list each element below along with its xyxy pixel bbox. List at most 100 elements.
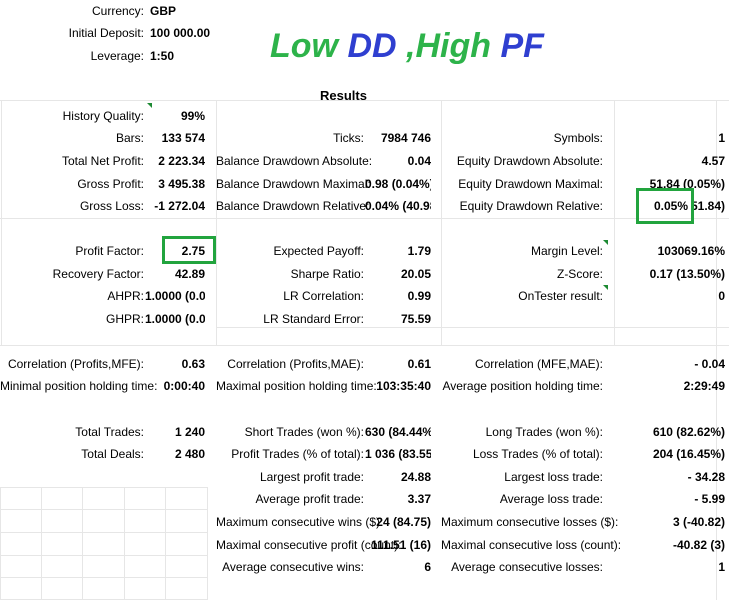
profit-trades-label: Profit Trades (% of total): bbox=[231, 447, 364, 461]
headline-part: PF bbox=[500, 27, 544, 65]
recovery-factor-value: 42.89 bbox=[174, 267, 205, 281]
leverage-value: 1:50 bbox=[150, 49, 175, 63]
balance-dd-relative-value: 0.04% (40.98) bbox=[365, 199, 431, 213]
max-consec-wins-label: Maximum consecutive wins ($): bbox=[216, 515, 384, 529]
maximal-consec-profit-value: 111.51 (16) bbox=[370, 538, 431, 552]
min-holding-time-value: 0:00:40 bbox=[163, 379, 205, 393]
lr-correlation-value: 0.99 bbox=[407, 289, 431, 303]
empty-grid bbox=[0, 487, 208, 600]
loss-trades-label: Loss Trades (% of total): bbox=[472, 447, 603, 461]
grid-line bbox=[0, 345, 729, 346]
short-trades-label: Short Trades (won %): bbox=[244, 425, 364, 439]
lr-standard-error-value: 75.59 bbox=[400, 312, 431, 326]
ticks-label: Ticks: bbox=[333, 131, 364, 145]
gross-loss-value: -1 272.04 bbox=[154, 199, 205, 213]
maximal-consec-profit-label: Maximal consecutive profit (count): bbox=[216, 538, 402, 552]
avg-consec-wins-label: Average consecutive wins: bbox=[222, 560, 364, 574]
expected-payoff-value: 1.79 bbox=[407, 244, 431, 258]
history-quality-label: History Quality: bbox=[62, 109, 144, 123]
gross-profit-value: 3 495.38 bbox=[158, 177, 205, 191]
headline: Low DD ,High PF bbox=[270, 24, 544, 68]
avg-profit-trade-value: 3.37 bbox=[407, 492, 431, 506]
ahpr-label: AHPR: bbox=[107, 289, 144, 303]
lr-correlation-label: LR Correlation: bbox=[283, 289, 364, 303]
ghpr-value: 1.0000 (0.00%) bbox=[145, 312, 205, 326]
note-indicator-icon bbox=[147, 103, 152, 108]
symbols-value: 1 bbox=[718, 131, 725, 145]
sharpe-ratio-value: 20.05 bbox=[400, 267, 431, 281]
grid-line bbox=[614, 100, 615, 345]
maximal-consec-loss-label: Maximal consecutive loss (count): bbox=[441, 538, 622, 552]
note-indicator-icon bbox=[603, 240, 608, 245]
avg-holding-time-value: 2:29:49 bbox=[683, 379, 725, 393]
largest-profit-trade-label: Largest profit trade: bbox=[259, 470, 364, 484]
long-trades-label: Long Trades (won %): bbox=[485, 425, 603, 439]
initial-deposit-label: Initial Deposit: bbox=[68, 26, 144, 40]
total-trades-label: Total Trades: bbox=[75, 425, 144, 439]
total-net-profit-label: Total Net Profit: bbox=[61, 154, 144, 168]
headline-part: ,High bbox=[396, 27, 501, 65]
equity-dd-relative-label: Equity Drawdown Relative: bbox=[459, 199, 603, 213]
max-consec-losses-value: 3 (-40.82) bbox=[672, 515, 725, 529]
equity-dd-absolute-label: Equity Drawdown Absolute: bbox=[456, 154, 603, 168]
max-consec-losses-label: Maximum consecutive losses ($): bbox=[441, 515, 619, 529]
lr-standard-error-label: LR Standard Error: bbox=[263, 312, 364, 326]
loss-trades-value: 204 (16.45%) bbox=[652, 447, 725, 461]
avg-loss-trade-label: Average loss trade: bbox=[499, 492, 603, 506]
history-quality-value: 99% bbox=[180, 109, 205, 123]
balance-dd-maximal-label: Balance Drawdown Maximal: bbox=[216, 177, 371, 191]
grid-line bbox=[216, 327, 729, 328]
corr-profits-mae-value: 0.61 bbox=[407, 357, 431, 371]
bars-value: 133 574 bbox=[161, 131, 205, 145]
currency-label: Currency: bbox=[91, 4, 144, 18]
largest-profit-trade-value: 24.88 bbox=[400, 470, 431, 484]
ahpr-value: 1.0000 (0.00%) bbox=[145, 289, 205, 303]
expected-payoff-label: Expected Payoff: bbox=[273, 244, 364, 258]
avg-consec-wins-value: 6 bbox=[424, 560, 431, 574]
gross-profit-label: Gross Profit: bbox=[77, 177, 144, 191]
headline-part: DD bbox=[347, 27, 397, 65]
ontester-result-value: 0 bbox=[718, 289, 725, 303]
avg-consec-losses-value: 1 bbox=[718, 560, 725, 574]
avg-holding-time-label: Average position holding time: bbox=[442, 379, 603, 393]
gross-loss-label: Gross Loss: bbox=[79, 199, 144, 213]
equity-dd-maximal-label: Equity Drawdown Maximal: bbox=[458, 177, 603, 191]
largest-loss-trade-label: Largest loss trade: bbox=[504, 470, 603, 484]
z-score-label: Z-Score: bbox=[556, 267, 603, 281]
margin-level-value: 103069.16% bbox=[657, 244, 725, 258]
avg-consec-losses-label: Average consecutive losses: bbox=[451, 560, 603, 574]
balance-dd-absolute-value: 0.04 bbox=[407, 154, 431, 168]
short-trades-value: 630 (84.44%) bbox=[365, 425, 431, 439]
long-trades-value: 610 (82.62%) bbox=[652, 425, 725, 439]
total-net-profit-value: 2 223.34 bbox=[158, 154, 205, 168]
grid-line bbox=[0, 218, 729, 219]
corr-mfe-mae-value: - 0.04 bbox=[694, 357, 725, 371]
max-holding-time-value: 103:35:40 bbox=[376, 379, 431, 393]
headline-part: Low bbox=[270, 27, 348, 65]
balance-dd-absolute-label: Balance Drawdown Absolute: bbox=[216, 154, 373, 168]
profit-factor-highlight bbox=[162, 236, 216, 264]
note-indicator-icon bbox=[603, 285, 608, 290]
total-deals-value: 2 480 bbox=[174, 447, 205, 461]
equity-dd-relative-suffix: 51.84) bbox=[690, 199, 725, 213]
z-score-value: 0.17 (13.50%) bbox=[649, 267, 725, 281]
avg-profit-trade-label: Average profit trade: bbox=[255, 492, 364, 506]
maximal-consec-loss-value: -40.82 (3) bbox=[672, 538, 725, 552]
currency-value: GBP bbox=[150, 4, 177, 18]
largest-loss-trade-value: - 34.28 bbox=[687, 470, 725, 484]
min-holding-time-label: Minimal position holding time: bbox=[0, 379, 158, 393]
sharpe-ratio-label: Sharpe Ratio: bbox=[290, 267, 364, 281]
initial-deposit-value: 100 000.00 bbox=[150, 26, 211, 40]
corr-profits-mfe-value: 0.63 bbox=[181, 357, 205, 371]
results-title: Results bbox=[320, 88, 367, 103]
balance-dd-relative-label: Balance Drawdown Relative: bbox=[216, 199, 370, 213]
equity-dd-relative-highlight bbox=[636, 188, 694, 224]
balance-dd-maximal-value: 0.98 (0.04%) bbox=[365, 177, 431, 191]
symbols-label: Symbols: bbox=[553, 131, 603, 145]
ticks-value: 7984 746 bbox=[380, 131, 431, 145]
max-consec-wins-value: 24 (84.75) bbox=[376, 515, 431, 529]
corr-profits-mfe-label: Correlation (Profits,MFE): bbox=[7, 357, 144, 371]
ghpr-label: GHPR: bbox=[105, 312, 144, 326]
equity-dd-absolute-value: 4.57 bbox=[701, 154, 725, 168]
leverage-label: Leverage: bbox=[90, 49, 144, 63]
